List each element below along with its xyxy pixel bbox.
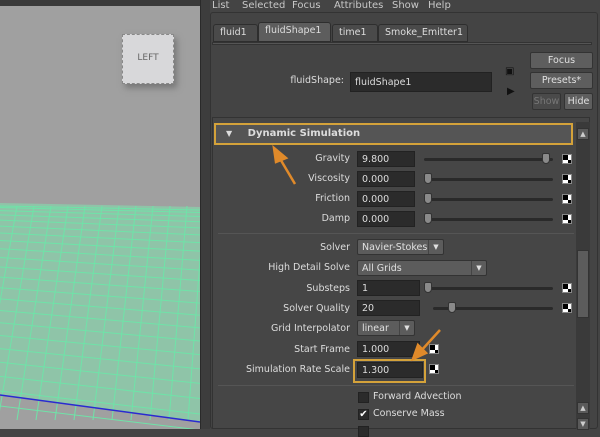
menu-help[interactable]: Help — [428, 0, 451, 11]
viscosity-label: Viscosity — [308, 173, 350, 184]
scroll-up-icon[interactable]: ▲ — [577, 128, 589, 140]
gravity-slider-thumb[interactable] — [541, 153, 550, 164]
map-button-icon[interactable] — [562, 214, 572, 224]
map-button-icon[interactable] — [562, 174, 572, 184]
forward-advection-label: Forward Advection — [373, 391, 462, 402]
focus-button[interactable]: Focus — [530, 52, 593, 69]
section-title: Dynamic Simulation — [247, 128, 361, 139]
conserve-mass-label: Conserve Mass — [373, 408, 445, 419]
substeps-input[interactable]: 1 — [357, 280, 420, 296]
map-button-icon[interactable] — [429, 364, 439, 374]
divider — [218, 385, 574, 386]
substeps-slider[interactable] — [428, 287, 553, 290]
damp-input[interactable]: 0.000 — [357, 211, 415, 227]
chevron-down-icon: ▼ — [471, 261, 486, 275]
scrollbar-thumb[interactable] — [577, 250, 589, 318]
divider — [218, 233, 574, 234]
high-detail-label: High Detail Solve — [268, 262, 350, 273]
solver-quality-label: Solver Quality — [283, 303, 350, 314]
hide-button[interactable]: Hide — [564, 93, 593, 110]
map-button-icon[interactable] — [562, 303, 572, 313]
tab-smoke-emitter1[interactable]: Smoke_Emitter1 — [378, 24, 468, 42]
gravity-input[interactable]: 9.800 — [357, 151, 415, 167]
scroll-up-icon[interactable]: ▲ — [577, 402, 589, 414]
menu-list[interactable]: List — [212, 0, 229, 11]
friction-slider[interactable] — [424, 198, 553, 201]
scroll-down-icon[interactable]: ▼ — [577, 418, 589, 430]
viscosity-slider-thumb[interactable] — [424, 173, 432, 184]
grid-interpolator-dropdown[interactable]: linear ▼ — [357, 320, 415, 336]
pane-splitter[interactable] — [200, 0, 210, 429]
map-button-icon[interactable] — [429, 344, 439, 354]
substeps-slider-thumb[interactable] — [424, 282, 432, 293]
gravity-slider[interactable] — [424, 158, 553, 161]
tab-fluidshape1[interactable]: fluidShape1 — [258, 22, 331, 42]
view-cube[interactable]: LEFT — [122, 34, 174, 84]
high-detail-dropdown[interactable]: All Grids ▼ — [357, 260, 487, 276]
forward-advection-checkbox[interactable] — [358, 392, 369, 403]
friction-label: Friction — [315, 193, 350, 204]
menu-show[interactable]: Show — [392, 0, 419, 11]
tab-divider — [212, 42, 592, 45]
conserve-mass-checkbox[interactable]: ✔ — [358, 409, 369, 420]
sim-rate-scale-label: Simulation Rate Scale — [246, 364, 350, 375]
menu-attributes[interactable]: Attributes — [334, 0, 383, 11]
sim-rate-scale-input[interactable]: 1.300 — [357, 362, 423, 378]
viscosity-input[interactable]: 0.000 — [357, 171, 415, 187]
solver-value: Navier-Stokes — [362, 242, 428, 253]
3d-viewport[interactable]: LEFT — [0, 0, 200, 429]
node-name-label: fluidShape: — [290, 75, 344, 86]
grid-interpolator-value: linear — [362, 323, 389, 334]
attribute-editor: List Selected Focus Attributes Show Help… — [210, 0, 600, 437]
damp-label: Damp — [321, 213, 350, 224]
damp-slider-thumb[interactable] — [424, 213, 432, 224]
select-input-icon[interactable]: ▣ — [505, 66, 514, 77]
friction-input[interactable]: 0.000 — [357, 191, 415, 207]
solver-dropdown[interactable]: Navier-Stokes ▼ — [357, 239, 444, 255]
solver-quality-slider-thumb[interactable] — [448, 302, 456, 313]
solver-quality-input[interactable]: 20 — [357, 300, 420, 316]
tab-fluid1[interactable]: fluid1 — [213, 24, 258, 42]
damp-slider[interactable] — [424, 218, 553, 221]
gravity-label: Gravity — [315, 153, 350, 164]
viscosity-slider[interactable] — [424, 178, 553, 181]
menu-focus[interactable]: Focus — [292, 0, 321, 11]
section-header-dynamic-simulation[interactable]: ▼ Dynamic Simulation — [214, 123, 573, 145]
map-button-icon[interactable] — [562, 154, 572, 164]
menu-selected[interactable]: Selected — [242, 0, 285, 11]
grid-interpolator-label: Grid Interpolator — [270, 323, 350, 334]
chevron-down-icon: ▼ — [428, 240, 443, 254]
solver-label: Solver — [320, 242, 350, 253]
chevron-down-icon: ▼ — [399, 321, 414, 335]
collapse-triangle-icon: ▼ — [226, 129, 233, 138]
select-output-icon[interactable]: ▶ — [507, 86, 515, 97]
map-button-icon[interactable] — [562, 194, 572, 204]
checkbox[interactable] — [358, 426, 369, 437]
substeps-label: Substeps — [306, 283, 350, 294]
start-frame-label: Start Frame — [294, 344, 350, 355]
start-frame-input[interactable]: 1.000 — [357, 341, 420, 357]
tab-time1[interactable]: time1 — [332, 24, 378, 42]
view-cube-label: LEFT — [137, 53, 159, 63]
friction-slider-thumb[interactable] — [424, 193, 432, 204]
presets-button[interactable]: Presets* — [530, 72, 593, 89]
high-detail-value: All Grids — [362, 263, 402, 274]
node-name-input[interactable]: fluidShape1 — [350, 72, 492, 92]
map-button-icon[interactable] — [562, 283, 572, 293]
show-button[interactable]: Show — [532, 93, 561, 110]
